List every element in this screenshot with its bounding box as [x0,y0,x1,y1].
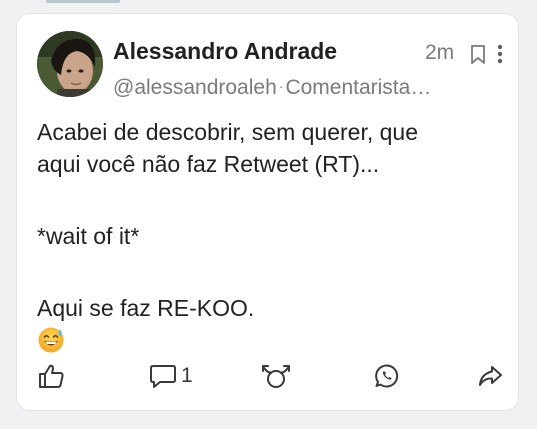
like-button[interactable] [37,360,65,392]
post-line: aqui você não faz Retweet (RT)... [37,151,380,177]
bookmark-icon[interactable] [469,44,487,66]
comment-bubble-icon [150,365,176,388]
rekoo-icon [262,365,290,388]
share-arrow-icon [479,366,502,386]
author-meta[interactable]: @alessandroaleh ·Comentarista… [113,76,493,100]
post-timestamp: 2m [425,41,455,64]
author-name[interactable]: Alessandro Andrade [113,38,337,65]
post-line: Acabei de descobrir, sem querer, que [37,119,419,145]
avatar[interactable] [37,31,103,97]
post-line: Aqui se faz RE-KOO. [37,295,255,321]
more-options-icon[interactable] [495,42,505,66]
top-edge-fragment [46,0,120,3]
comment-button[interactable]: 1 [149,360,193,392]
meta-separator: · [278,78,284,94]
post-card[interactable]: Alessandro Andrade @alessandroaleh ·Comen… [16,13,519,411]
whatsapp-icon [375,364,399,388]
author-badge: Comentarista… [285,76,432,99]
whatsapp-share-button[interactable] [374,360,400,392]
rekoo-button[interactable] [260,360,292,392]
share-button[interactable] [477,360,503,392]
thumbs-up-icon [39,364,64,388]
post-body: Acabei de descobrir, sem querer, que aqu… [37,116,497,359]
grinning-face-with-sweat-emoji [38,327,64,353]
action-bar: 1 [17,360,518,392]
post-line: *wait of it* [37,223,140,249]
comment-count: 1 [181,364,193,387]
author-handle[interactable]: @alessandroaleh [113,76,277,99]
